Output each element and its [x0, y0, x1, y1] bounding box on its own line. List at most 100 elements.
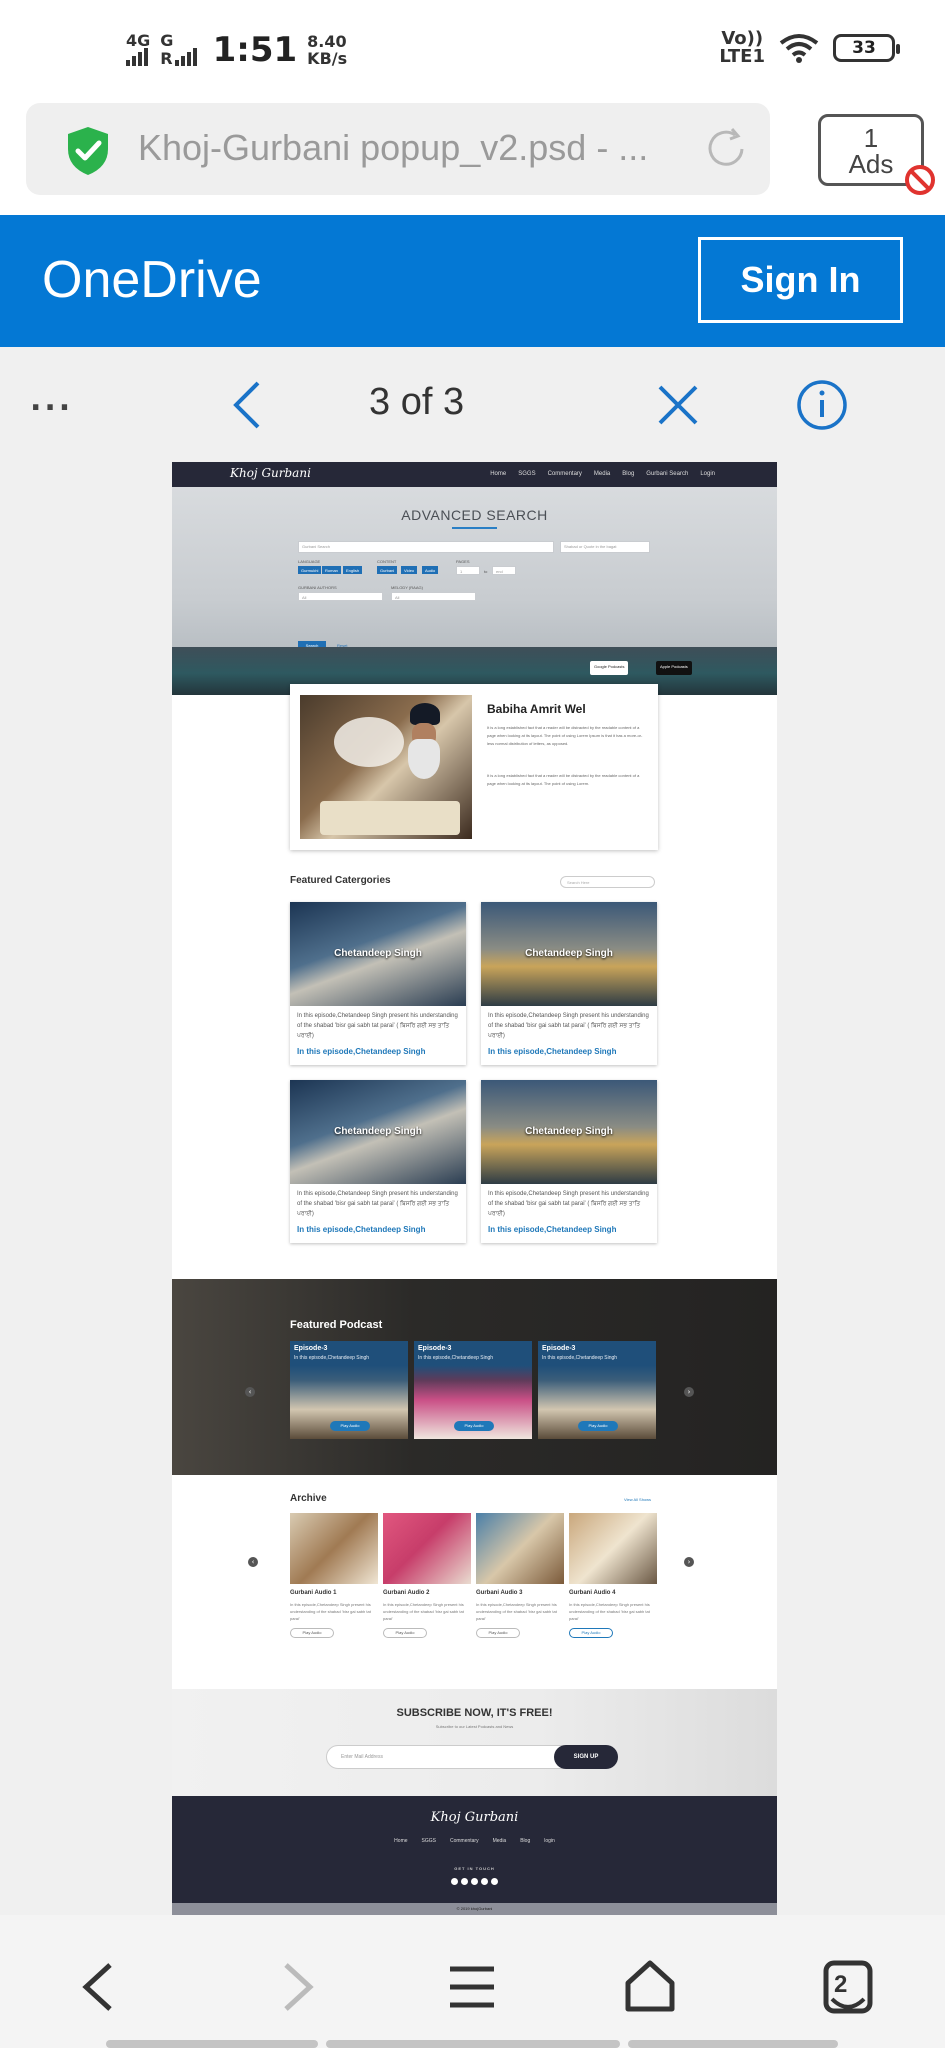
doc-archive-desc: In this episode,Chetandeep Singh present… [290, 1602, 371, 1621]
status-left: 4G G R 1:51 8.40 KB/s [126, 30, 347, 70]
gesture-bar [106, 2040, 318, 2048]
back-icon[interactable] [70, 1957, 130, 2017]
doc-podcast-next-icon: › [684, 1387, 694, 1397]
doc-profile-para-1: It is a long established fact that a rea… [487, 725, 643, 746]
url-title: Khoj-Gurbani popup_v2.psd - ... [138, 127, 649, 168]
doc-episode-sub: In this episode,Chetandeep Singh [542, 1355, 618, 1361]
doc-footer-menu: Home SGGS Commentary Media Blog login [172, 1838, 777, 1844]
doc-podcast-title: Featured Podcast [290, 1319, 383, 1331]
doc-pages-to: end [492, 566, 516, 575]
doc-archive-desc: In this episode,Chetandeep Singh present… [476, 1602, 557, 1621]
doc-category-name: Chetandeep Singh [334, 1126, 422, 1137]
doc-menu-item: Home [490, 471, 507, 477]
doc-archive-image [290, 1513, 378, 1584]
doc-episode-play: Play Audio [454, 1421, 494, 1431]
doc-archive-play: Play Audio [476, 1628, 520, 1638]
doc-menu-item: Commentary [547, 471, 582, 477]
info-icon[interactable] [792, 375, 852, 435]
doc-category-link: In this episode,Chetandeep Singh [297, 1047, 426, 1056]
back-arrow-icon[interactable] [218, 375, 278, 435]
doc-episode-title: Episode-3 [294, 1345, 328, 1352]
gesture-bar [628, 2040, 838, 2048]
doc-lang-option: English [343, 566, 363, 574]
doc-footer-link: Media [492, 1838, 507, 1844]
doc-category-desc: In this episode,Chetandeep Singh present… [488, 1191, 649, 1217]
more-options-button[interactable]: ... [30, 383, 73, 418]
doc-google-podcasts-badge: Google Podcasts [590, 661, 629, 675]
doc-hero-underline [452, 527, 497, 529]
tabs-icon[interactable] [818, 1957, 878, 2017]
social-icon [491, 1878, 498, 1885]
doc-footer-link: Commentary [449, 1838, 479, 1844]
doc-footer: Khoj Gurbani Home SGGS Commentary Media … [172, 1796, 777, 1915]
viewer-toolbar: ... 3 of 3 [0, 347, 945, 462]
doc-copyright: © 2019 khojGurbani [172, 1903, 777, 1915]
doc-raag-select: All [391, 592, 476, 601]
ads-block-button[interactable]: 1 Ads [818, 114, 935, 195]
doc-featured-search: Search Here [560, 876, 655, 888]
doc-podcast-section: Featured Podcast ‹ Episode-3 In this epi… [172, 1279, 777, 1475]
doc-episode-title: Episode-3 [542, 1345, 576, 1352]
browser-bottom-nav: 2 [0, 1915, 945, 2048]
speed-unit: KB/s [307, 49, 348, 68]
doc-category-link: In this episode,Chetandeep Singh [297, 1225, 426, 1234]
doc-episode-sub: In this episode,Chetandeep Singh [418, 1355, 494, 1361]
volte-indicator: Vo)) LTE1 [719, 30, 765, 66]
doc-archive-name: Gurbani Audio 3 [476, 1590, 523, 1596]
doc-label-author: GURBANI AUTHORS [298, 585, 337, 590]
doc-archive-title: Archive [290, 1493, 327, 1504]
doc-signup-button: SIGN UP [554, 1745, 618, 1769]
close-icon[interactable] [648, 375, 708, 435]
address-bar[interactable]: Khoj-Gurbani popup_v2.psd - ... [26, 103, 770, 195]
doc-category-link: In this episode,Chetandeep Singh [488, 1047, 617, 1056]
sign-in-button[interactable]: Sign In [698, 237, 903, 323]
shield-check-icon [68, 127, 108, 175]
doc-social-icons [172, 1878, 777, 1885]
signal-icon [126, 48, 150, 66]
doc-scope-select: Shabad or Quote in the bagat [560, 541, 650, 553]
doc-content-option: Audio [422, 566, 439, 574]
tabs-count: 2 [834, 1971, 848, 1998]
ads-block-icon [905, 165, 935, 195]
speed-value: 8.40 [307, 32, 347, 51]
doc-archive-image [476, 1513, 564, 1584]
doc-featured-title: Featured Catergories [290, 875, 391, 886]
battery-level: 33 [852, 38, 876, 58]
doc-menu-item: Gurbani Search [646, 471, 689, 477]
forward-icon[interactable] [266, 1957, 326, 2017]
network-speed: 8.40 KB/s [307, 33, 347, 67]
wifi-icon [779, 34, 819, 63]
battery-icon: 33 [833, 34, 900, 62]
doc-archive-name: Gurbani Audio 1 [290, 1590, 337, 1596]
doc-profile-card: Babiha Amrit Wel It is a long establishe… [290, 684, 658, 850]
doc-menu: Home SGGS Commentary Media Blog Gurbani … [490, 471, 715, 477]
doc-get-in-touch: GET IN TOUCH [454, 1866, 495, 1871]
doc-label-pages: PAGES [456, 559, 470, 564]
doc-archive-item: Gurbani Audio 1 In this episode,Chetande… [290, 1513, 378, 1657]
doc-category-card: Chetandeep Singh In this episode,Chetand… [481, 902, 657, 1065]
doc-archive-prev-icon: ‹ [248, 1557, 258, 1567]
menu-icon[interactable] [442, 1957, 502, 2017]
doc-archive-name: Gurbani Audio 2 [383, 1590, 430, 1596]
doc-search-input: Gurbani Search [298, 541, 554, 553]
home-icon[interactable] [620, 1957, 680, 2017]
social-icon [471, 1878, 478, 1885]
doc-content-option: Gurbani [377, 566, 398, 574]
doc-logo: Khoj Gurbani [230, 466, 311, 480]
doc-footer-link: login [544, 1838, 555, 1844]
doc-hero: ADVANCED SEARCH Gurbani Search Shabad or… [172, 487, 777, 651]
doc-lang-option: Gurmukhi [298, 566, 322, 574]
doc-category-name: Chetandeep Singh [525, 1126, 613, 1137]
doc-episode-title: Episode-3 [418, 1345, 452, 1352]
doc-footer-link: SGGS [421, 1838, 436, 1844]
doc-archive-play: Play Audio [290, 1628, 334, 1638]
doc-archive-play: Play Audio [569, 1628, 613, 1638]
doc-category-card: Chetandeep Singh In this episode,Chetand… [290, 1080, 466, 1243]
reload-icon[interactable] [702, 125, 750, 173]
doc-menu-item: SGGS [518, 471, 536, 477]
doc-episode-card: Episode-3 In this episode,Chetandeep Sin… [290, 1341, 408, 1439]
social-icon [451, 1878, 458, 1885]
doc-subscribe-subtitle: Subscribe to our Latest Podcasts and New… [435, 1724, 514, 1729]
network-1-label: 4G [126, 31, 151, 50]
doc-archive-item: Gurbani Audio 2 In this episode,Chetande… [383, 1513, 471, 1657]
